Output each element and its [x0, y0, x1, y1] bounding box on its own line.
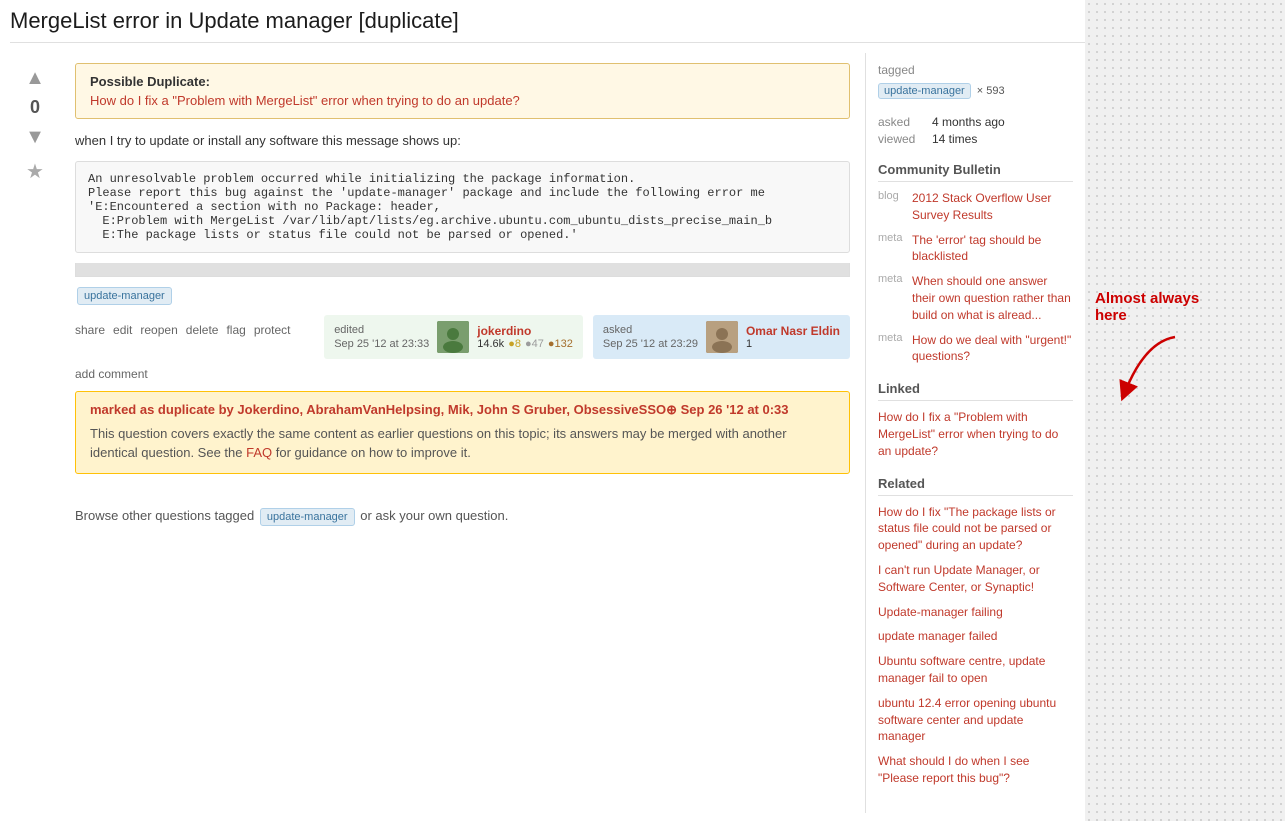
dup-user-3[interactable]: Mik — [448, 402, 470, 417]
related-link-4[interactable]: Ubuntu software centre, update manager f… — [878, 654, 1045, 685]
delete-link[interactable]: delete — [186, 323, 219, 337]
duplicate-link[interactable]: How do I fix a "Problem with MergeList" … — [90, 93, 520, 108]
dup-user-5[interactable]: ObsessiveSSO⊕ — [574, 402, 677, 417]
code-block: An unresolvable problem occurred while i… — [75, 161, 850, 253]
reopen-link[interactable]: reopen — [140, 323, 177, 337]
add-comment-link[interactable]: add comment — [75, 367, 850, 381]
share-link[interactable]: share — [75, 323, 105, 337]
bulletin-link-1[interactable]: The 'error' tag should be blacklisted — [912, 232, 1073, 266]
asker-card: asked Sep 25 '12 at 23:29 — [593, 315, 850, 359]
editor-bronze-badge: ●132 — [548, 338, 573, 350]
tagged-label: tagged — [878, 63, 1073, 77]
bulletin-item-0: blog 2012 Stack Overflow User Survey Res… — [878, 190, 1073, 224]
viewed-value: 14 times — [932, 132, 977, 146]
editor-gold-badge: ●8 — [508, 338, 521, 350]
asker-avatar — [706, 321, 738, 353]
related-link-6[interactable]: What should I do when I see "Please repo… — [878, 754, 1029, 785]
upvote-button[interactable]: ▲ — [20, 63, 50, 93]
related-item-4: Ubuntu software centre, update manager f… — [878, 653, 1073, 687]
dup-user-4[interactable]: John S Gruber — [477, 402, 567, 417]
editor-name[interactable]: jokerdino — [477, 324, 531, 338]
question-title: MergeList error in Update manager [dupli… — [10, 8, 1085, 43]
tag-count: × 593 — [977, 85, 1005, 97]
annotation-text: Almost always here — [1095, 290, 1225, 324]
edited-label: edited — [334, 324, 429, 336]
asked-value: 4 months ago — [932, 115, 1005, 129]
edited-timestamp: Sep 25 '12 at 23:33 — [334, 338, 429, 350]
linked-title: Linked — [878, 381, 1073, 401]
related-item-6: What should I do when I see "Please repo… — [878, 753, 1073, 787]
browse-prefix: Browse other questions tagged — [75, 508, 254, 523]
linked-link-0[interactable]: How do I fix a "Problem with MergeList" … — [878, 410, 1058, 458]
sidebar-meta-section: asked 4 months ago viewed 14 times — [878, 115, 1073, 146]
editor-card: edited Sep 25 '12 at 23:33 — [324, 315, 583, 359]
edit-link[interactable]: edit — [113, 323, 132, 337]
bulletin-link-3[interactable]: How do we deal with "urgent!" questions? — [912, 332, 1073, 366]
bulletin-item-1: meta The 'error' tag should be blacklist… — [878, 232, 1073, 266]
editor-avatar — [437, 321, 469, 353]
dup-timestamp: Sep 26 '12 at 0:33 — [681, 402, 789, 417]
downvote-button[interactable]: ▼ — [20, 122, 50, 152]
related-section: Related How do I fix "The package lists … — [878, 476, 1073, 787]
post-actions: share edit reopen delete flag protect — [75, 323, 291, 337]
right-sidebar: tagged update-manager × 593 asked 4 mont… — [865, 53, 1085, 813]
question-tag[interactable]: update-manager — [77, 287, 172, 305]
bulletin-type-2: meta — [878, 273, 906, 323]
browse-tag[interactable]: update-manager — [260, 508, 355, 526]
related-item-2: Update-manager failing — [878, 604, 1073, 621]
annotation-container: Almost always here — [1095, 290, 1225, 415]
dup-body-text: This question covers exactly the same co… — [90, 424, 835, 463]
code-scrollbar[interactable] — [75, 263, 850, 277]
bulletin-type-3: meta — [878, 332, 906, 366]
dup-header-text: marked as duplicate by — [90, 402, 237, 417]
bulletin-type-0: blog — [878, 190, 906, 224]
vote-count: 0 — [30, 97, 40, 118]
asked-label-sidebar: asked — [878, 115, 926, 129]
browse-tags-section: Browse other questions tagged update-man… — [75, 504, 850, 530]
faq-link[interactable]: FAQ — [246, 445, 272, 460]
favorite-button[interactable]: ★ — [20, 156, 50, 186]
bulletin-link-2[interactable]: When should one answer their own questio… — [912, 273, 1073, 323]
question-body-area: Possible Duplicate: How do I fix a "Prob… — [60, 53, 865, 813]
editor-silver-badge: ●47 — [525, 338, 544, 350]
linked-section: Linked How do I fix a "Problem with Merg… — [878, 381, 1073, 459]
asker-rep: 1 — [746, 338, 752, 350]
related-item-0: How do I fix "The package lists or statu… — [878, 504, 1073, 554]
protect-link[interactable]: protect — [254, 323, 291, 337]
sidebar-tagged-section: tagged update-manager × 593 — [878, 63, 1073, 99]
possible-duplicate-box: Possible Duplicate: How do I fix a "Prob… — [75, 63, 850, 119]
related-link-1[interactable]: I can't run Update Manager, or Software … — [878, 563, 1040, 594]
editor-rep: 14.6k — [477, 338, 504, 350]
linked-item-0: How do I fix a "Problem with MergeList" … — [878, 409, 1073, 459]
bulletin-item-3: meta How do we deal with "urgent!" quest… — [878, 332, 1073, 366]
bulletin-title: Community Bulletin — [878, 162, 1073, 182]
bulletin-link-0[interactable]: 2012 Stack Overflow User Survey Results — [912, 190, 1073, 224]
related-item-5: ubuntu 12.4 error opening ubuntu softwar… — [878, 695, 1073, 745]
question-body-text: when I try to update or install any soft… — [75, 131, 850, 151]
related-link-0[interactable]: How do I fix "The package lists or statu… — [878, 505, 1056, 553]
bulletin-item-2: meta When should one answer their own qu… — [878, 273, 1073, 323]
related-link-3[interactable]: update manager failed — [878, 629, 997, 643]
duplicate-label: Possible Duplicate: — [90, 74, 835, 89]
related-link-5[interactable]: ubuntu 12.4 error opening ubuntu softwar… — [878, 696, 1056, 744]
bulletin-type-1: meta — [878, 232, 906, 266]
browse-suffix: or ask your own question. — [360, 508, 508, 523]
related-link-2[interactable]: Update-manager failing — [878, 605, 1003, 619]
community-bulletin-section: Community Bulletin blog 2012 Stack Overf… — [878, 162, 1073, 365]
related-item-3: update manager failed — [878, 628, 1073, 645]
duplicate-notice: marked as duplicate by Jokerdino, Abraha… — [75, 391, 850, 474]
related-title: Related — [878, 476, 1073, 496]
annotation-arrow — [1095, 332, 1225, 412]
dup-user-1[interactable]: Jokerdino — [237, 402, 299, 417]
asker-name[interactable]: Omar Nasr Eldin — [746, 324, 840, 338]
asked-label: asked — [603, 324, 698, 336]
dup-user-2[interactable]: AbrahamVanHelpsing — [306, 402, 440, 417]
asked-timestamp: Sep 25 '12 at 23:29 — [603, 338, 698, 350]
viewed-label-sidebar: viewed — [878, 132, 926, 146]
flag-link[interactable]: flag — [226, 323, 245, 337]
related-item-1: I can't run Update Manager, or Software … — [878, 562, 1073, 596]
sidebar-tag[interactable]: update-manager — [878, 83, 971, 99]
vote-column: ▲ 0 ▼ ★ — [10, 53, 60, 813]
